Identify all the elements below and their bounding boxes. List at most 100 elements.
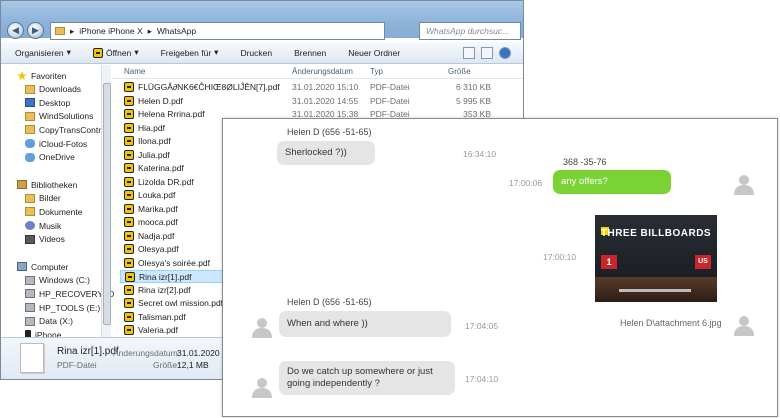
sidebar-item[interactable]: Downloads (25, 83, 81, 96)
drive-icon (25, 303, 35, 312)
message-bubble-outgoing[interactable]: any offers? (553, 170, 671, 194)
details-type: PDF-Datei (57, 360, 97, 370)
share-button[interactable]: Freigeben für ▾ (161, 47, 219, 58)
sidebar-item[interactable]: Computer (17, 260, 68, 273)
address-bar[interactable]: ▸ iPhone iPhone X ▸ WhatsApp (50, 22, 385, 40)
breadcrumb-item[interactable]: iPhone iPhone X (79, 26, 142, 36)
back-button[interactable]: ◀ (7, 22, 24, 39)
folder-icon (25, 111, 35, 121)
pdf-file-icon (124, 217, 134, 227)
cloud-icon (25, 139, 35, 148)
pdf-file-icon (124, 82, 134, 92)
pdf-file-icon (124, 311, 134, 322)
sidebar-item[interactable]: Bilder (25, 192, 61, 205)
sidebar-item-label: Musik (39, 220, 62, 231)
file-name: Talisman.pdf (138, 311, 186, 322)
file-name: Rina izr[1].pdf (139, 272, 192, 282)
burn-button[interactable]: Brennen (294, 48, 326, 58)
details-size-label: Größe: (153, 360, 180, 370)
sidebar-item-label: Windows (C:) (39, 275, 91, 286)
forward-button[interactable]: ▶ (27, 22, 44, 39)
sender-name: Helen D (656 -51-65) (287, 127, 372, 137)
user-avatar-icon (252, 378, 272, 398)
sidebar-item-label: HP_TOOLS (E:) (39, 302, 101, 313)
sidebar-item[interactable]: CopyTransContro (25, 123, 106, 136)
file-name: Marika.pdf (138, 203, 178, 214)
file-name: Lizolda DR.pdf (138, 176, 194, 187)
pdf-file-icon (124, 284, 134, 295)
file-thumbnail (20, 343, 44, 373)
message-time: 17:04:10 (465, 374, 499, 384)
column-date[interactable]: Änderungsdatum (292, 67, 353, 76)
cloud-icon (25, 152, 35, 162)
sidebar-item[interactable]: Desktop (25, 96, 70, 109)
sidebar-item[interactable]: Windows (C:) (25, 274, 90, 287)
search-input[interactable]: WhatsApp durchsuc... (419, 22, 521, 40)
file-date: 31.01.2020 15:10 (292, 82, 359, 92)
pdf-file-icon (124, 325, 134, 335)
message-bubble[interactable]: Sherlocked ?)) (277, 141, 375, 165)
view-options-icon[interactable] (463, 47, 475, 59)
file-size: 5 995 KB (456, 95, 491, 106)
sidebar-item-label: Videos (39, 234, 65, 245)
drive-icon (25, 316, 35, 326)
sidebar-item-label: Favoriten (31, 70, 67, 81)
column-type[interactable]: Typ (370, 67, 383, 76)
open-button[interactable]: Öffnen ▾ (92, 47, 139, 58)
sidebar-item[interactable]: Videos (25, 233, 65, 246)
help-icon[interactable] (499, 47, 511, 59)
file-name: Olesya.pdf (138, 244, 179, 254)
message-time: 17:00:06 (509, 178, 543, 188)
sidebar-item[interactable]: Musik (25, 219, 61, 232)
column-size[interactable]: Größe (448, 67, 471, 76)
pdf-file-icon (124, 176, 134, 187)
pdf-icon (92, 47, 103, 58)
organize-button[interactable]: Organisieren ▾ (15, 47, 71, 58)
file-name: Helena Rrrina.pdf (138, 109, 205, 119)
sidebar-item[interactable]: HP_TOOLS (E:) (25, 301, 100, 314)
folder-icon (25, 193, 35, 203)
image-attachment[interactable]: THREE BILLBOARDS 1 US (595, 215, 717, 302)
file-date: 31.01.2020 14:55 (292, 95, 359, 106)
arrow-right-icon: ▶ (32, 25, 39, 35)
folder-icon (55, 27, 65, 35)
pdf-file-icon (124, 95, 134, 106)
pdf-file-icon (124, 122, 134, 133)
sidebar-item[interactable]: OneDrive (25, 151, 75, 164)
preview-pane-icon[interactable] (481, 47, 493, 59)
message-time: 17:00:10 (543, 252, 577, 262)
video-icon (25, 234, 35, 244)
pdf-file-icon (124, 109, 134, 119)
sender-name: Helen D (656 -51-65) (287, 297, 372, 307)
sidebar-item[interactable]: Bibliotheken (17, 178, 77, 191)
pdf-file-icon (124, 203, 134, 214)
file-type: PDF-Datei (370, 95, 410, 106)
sidebar-item[interactable]: Favoriten (17, 69, 66, 82)
scrollbar-thumb[interactable] (103, 83, 111, 325)
drive-icon (25, 275, 35, 285)
user-avatar-icon (734, 175, 754, 195)
attachment-filename[interactable]: Helen D\attachment 6.jpg (620, 318, 722, 328)
file-row[interactable]: FLÜGGÅ∂NK6€ĈHIŒ8ØLIĴÊN[7].pdf 31.01.2020 … (120, 81, 500, 94)
print-button[interactable]: Drucken (240, 48, 272, 58)
file-name: Olesya's soirée.pdf (138, 257, 211, 268)
folder-icon (25, 84, 35, 94)
message-bubble[interactable]: Do we catch up somewhere or just going i… (279, 361, 455, 395)
new-folder-button[interactable]: Neuer Ordner (348, 48, 400, 58)
sidebar-item[interactable]: Data (X:) (25, 315, 73, 328)
nav-scrollbar[interactable] (101, 65, 111, 337)
column-name[interactable]: Name (124, 67, 145, 76)
breadcrumb-item[interactable]: WhatsApp (157, 26, 196, 36)
sidebar-item[interactable]: WindSolutions (25, 110, 93, 123)
pdf-file-icon (124, 149, 134, 160)
sidebar-item[interactable]: Dokumente (25, 205, 82, 218)
sidebar-item[interactable]: iCloud-Fotos (25, 137, 87, 150)
message-time: 17:04:05 (465, 321, 499, 331)
pdf-file-icon (124, 230, 134, 241)
sender-name: 368 -35-76 (563, 157, 607, 167)
file-row[interactable]: Helen D.pdf 31.01.2020 14:55 PDF-Datei 5 99… (120, 95, 500, 108)
sidebar-item-label: Data (X:) (39, 316, 74, 327)
star-icon (17, 71, 27, 80)
message-bubble[interactable]: When and where )) (279, 311, 451, 337)
file-name: Julia.pdf (138, 149, 170, 160)
